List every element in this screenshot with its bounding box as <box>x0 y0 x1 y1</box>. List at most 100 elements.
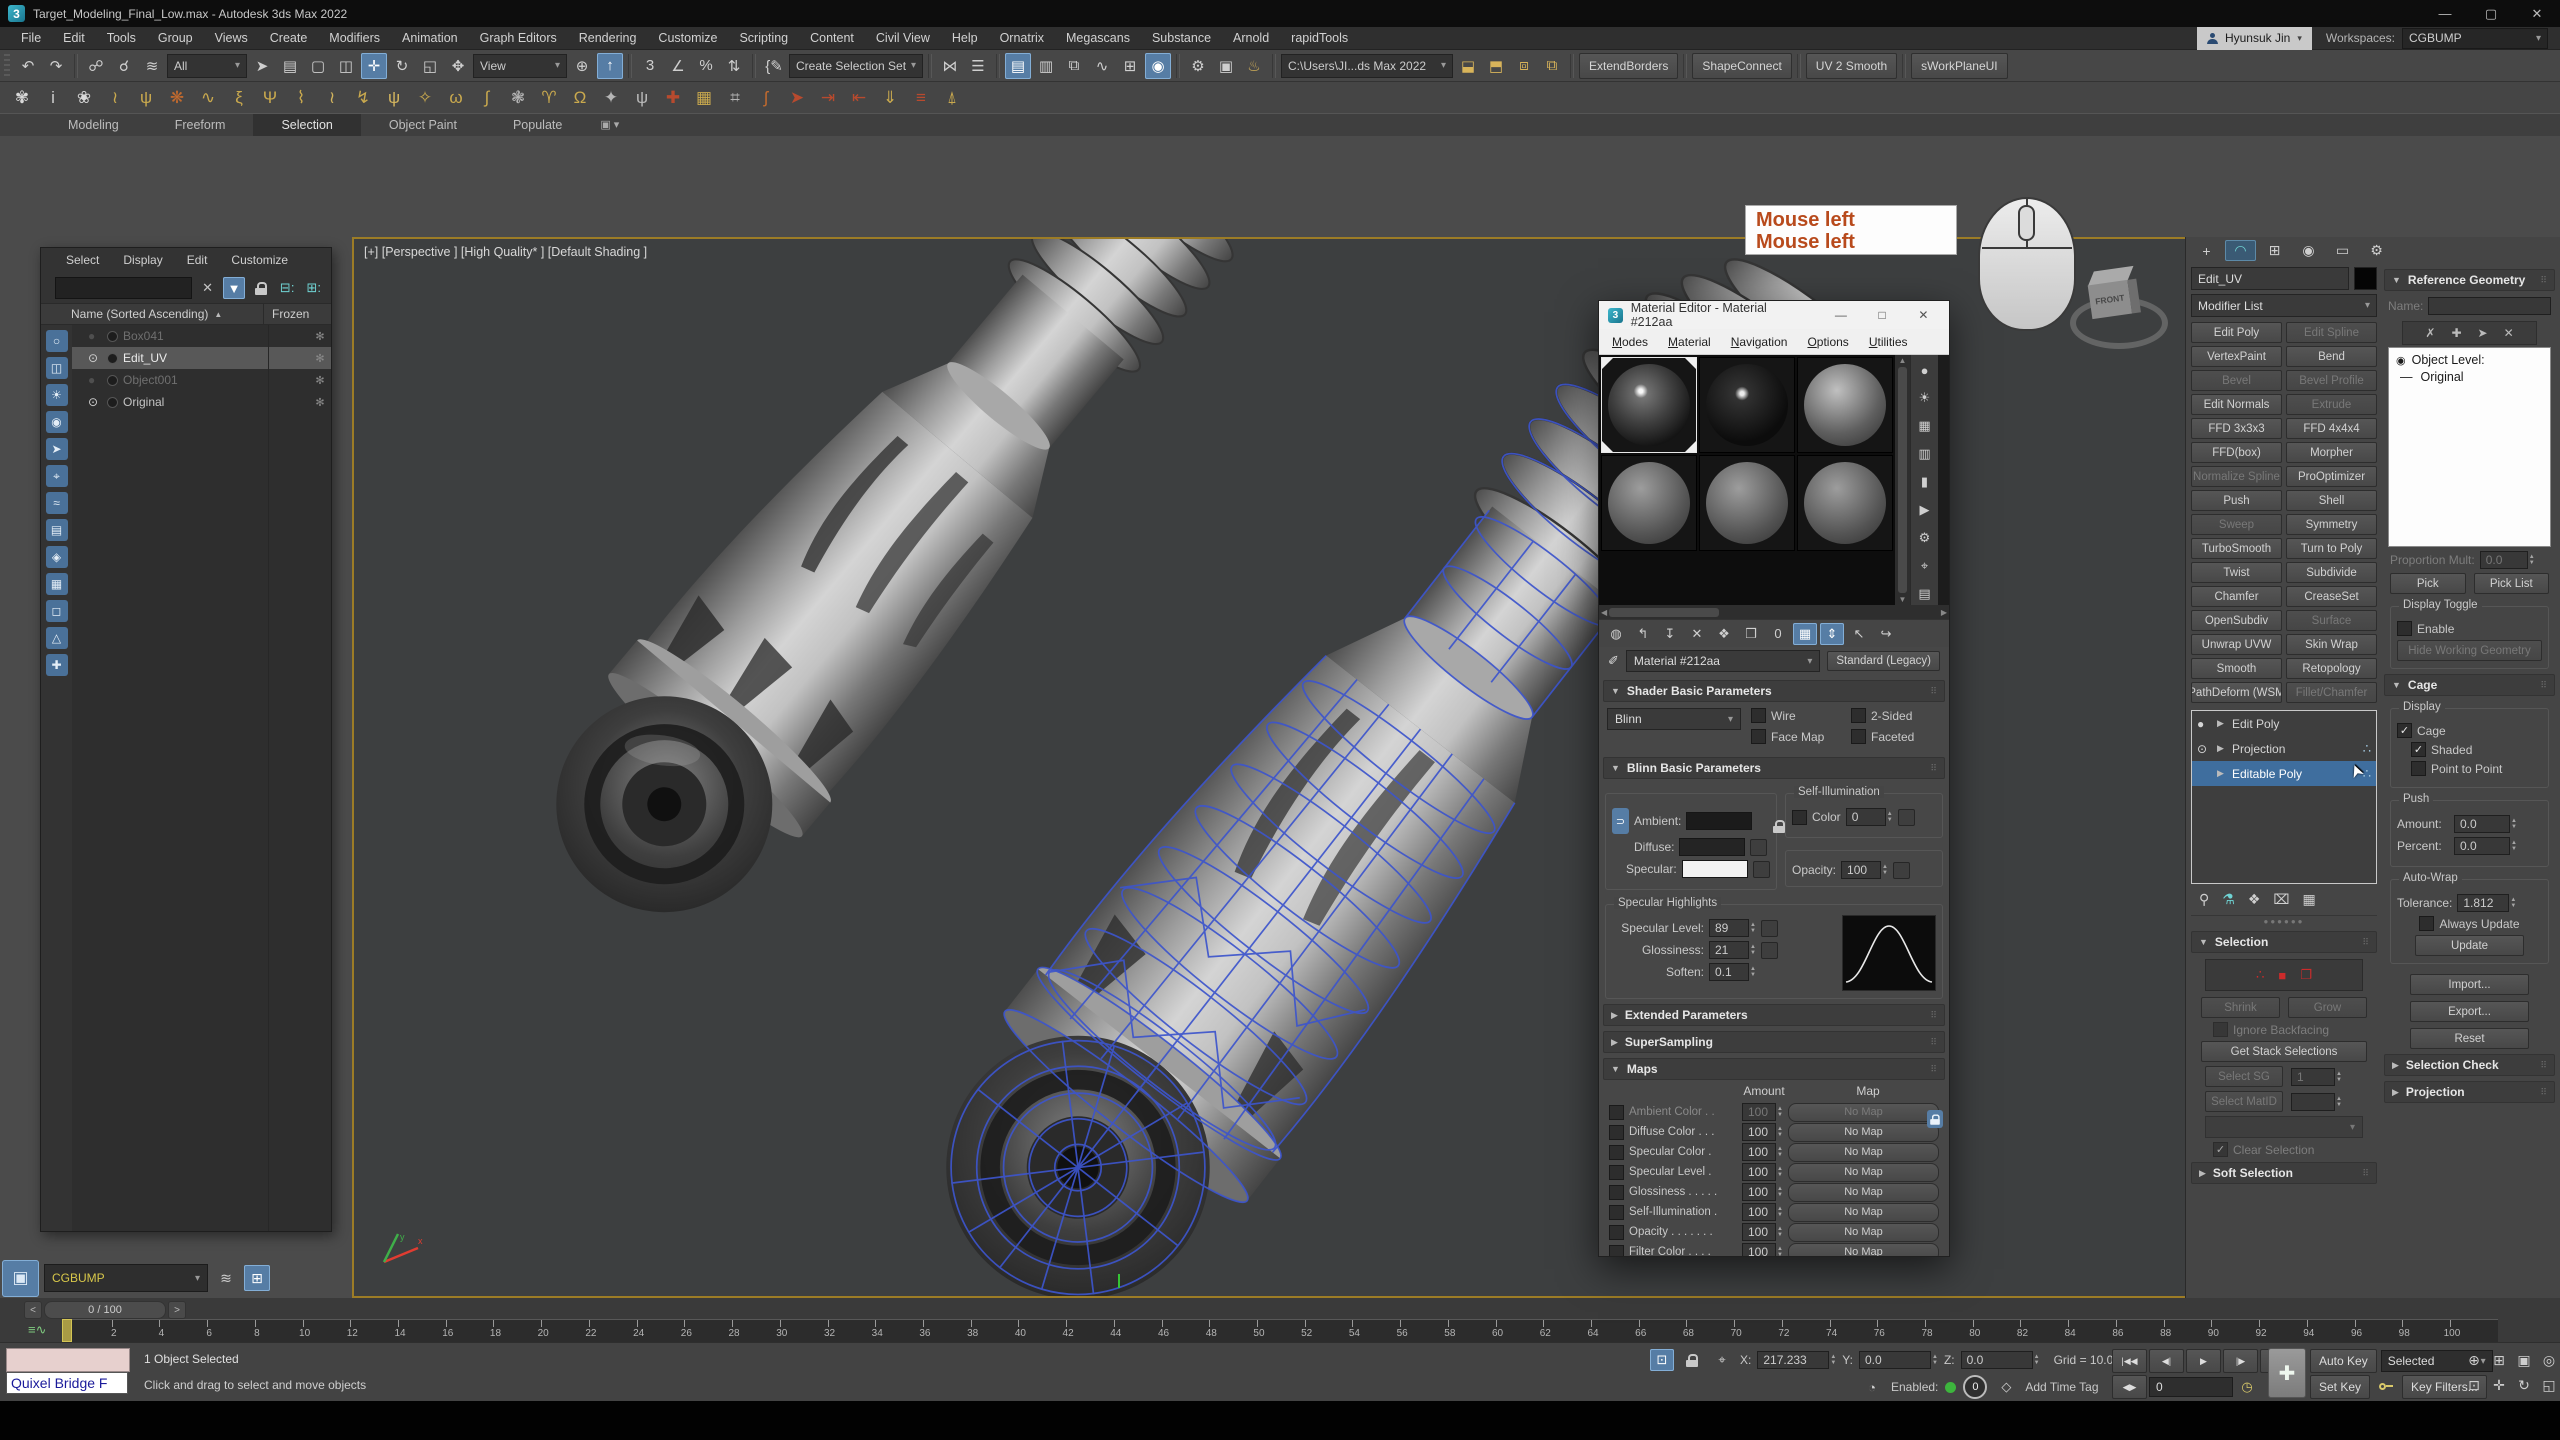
ornatrix-tool-icon[interactable]: ➤ <box>785 86 809 110</box>
modifier-button-ffd-box-[interactable]: FFD(box) <box>2191 442 2282 463</box>
menu-scripting[interactable]: Scripting <box>728 31 799 45</box>
selection-filter-dropdown[interactable]: All▾ <box>167 54 247 78</box>
ignore-backfacing-checkbox[interactable] <box>2213 1022 2228 1037</box>
import-button[interactable]: Import... <box>2410 974 2529 995</box>
edit-named-selection-sets-icon[interactable]: {✎ <box>761 53 787 79</box>
ambient-diffuse-lock-icon[interactable]: ⊃ <box>1612 808 1629 834</box>
map-enable-checkbox[interactable] <box>1609 1205 1624 1220</box>
extendborders-button[interactable]: ExtendBorders <box>1579 53 1678 79</box>
material-editor-titlebar[interactable]: 3 Material Editor - Material #212aa — □ … <box>1599 301 1949 329</box>
modifier-button-retopology[interactable]: Retopology <box>2286 658 2377 679</box>
spinner-icon[interactable]: ▲▼ <box>2529 554 2535 566</box>
shapeconnect-button[interactable]: ShapeConnect <box>1692 53 1791 79</box>
tab-populate[interactable]: Populate <box>485 114 590 136</box>
modifier-button-vertexpaint[interactable]: VertexPaint <box>2191 346 2282 367</box>
clear-selection-checkbox[interactable]: ✓ <box>2213 1142 2228 1157</box>
extended-parameters-rollout[interactable]: ▶Extended Parameters⠿ <box>1603 1004 1945 1026</box>
opacity-value-field[interactable]: 100 <box>1841 861 1881 879</box>
toolbar-drag-handle[interactable] <box>4 54 10 78</box>
modifier-button-sweep[interactable]: Sweep <box>2191 514 2282 535</box>
map-slot-button[interactable]: No Map <box>1788 1163 1939 1182</box>
schematic-view-icon[interactable]: ⊞ <box>244 1265 270 1291</box>
ornatrix-tool-icon[interactable]: ⍋ <box>940 86 964 110</box>
hide-working-geometry-button[interactable]: Hide Working Geometry <box>2397 640 2542 661</box>
modify-tab[interactable]: ◠ <box>2225 240 2256 261</box>
ornatrix-tool-icon[interactable]: ⇥ <box>816 86 840 110</box>
rectangular-selection-region-icon[interactable]: ▢ <box>305 53 331 79</box>
map-slot-button[interactable]: No Map <box>1788 1103 1939 1122</box>
y-coordinate-field[interactable]: 0.0 <box>1859 1351 1931 1369</box>
select-by-material-icon[interactable]: ⌖ <box>1914 555 1936 577</box>
ornatrix-tool-icon[interactable]: ✾ <box>10 86 34 110</box>
show-end-result-icon[interactable]: ⇕ <box>1820 623 1844 645</box>
minimize-icon[interactable]: — <box>2422 0 2468 27</box>
modifier-button-opensubdiv[interactable]: OpenSubdiv <box>2191 610 2282 631</box>
absolute-mode-icon[interactable]: ⌖ <box>1710 1349 1734 1371</box>
filter-spacewarps-icon[interactable]: ⌖ <box>46 465 68 487</box>
ornatrix-tool-icon[interactable]: ∿ <box>196 86 220 110</box>
tab-object-paint[interactable]: Object Paint <box>361 114 485 136</box>
put-to-library-icon[interactable]: ❒ <box>1739 623 1763 645</box>
modifier-button-morpher[interactable]: Morpher <box>2286 442 2377 463</box>
rendered-frame-window-icon[interactable]: ▣ <box>1213 53 1239 79</box>
spinner-snap-icon[interactable]: ⇅ <box>721 53 747 79</box>
modifier-button-twist[interactable]: Twist <box>2191 562 2282 583</box>
select-matid-button[interactable]: Select MatID <box>2205 1091 2283 1112</box>
modifier-button-edit-spline[interactable]: Edit Spline <box>2286 322 2377 343</box>
shader-basic-parameters-rollout[interactable]: ▼Shader Basic Parameters⠿ <box>1603 680 1945 702</box>
spinner-icon[interactable]: ▲▼ <box>1777 1246 1783 1256</box>
shrink-button[interactable]: Shrink <box>2201 997 2280 1018</box>
material-id-channel-icon[interactable]: 0 <box>1766 623 1790 645</box>
named-selection-set-dropdown[interactable]: Create Selection Set▾ <box>789 54 923 78</box>
ornatrix-tool-icon[interactable]: ψ <box>382 86 406 110</box>
filter-assemblies-icon[interactable]: ✚ <box>46 654 68 676</box>
map-amount-field[interactable]: 100 <box>1742 1203 1776 1221</box>
refgeo-delete-icon[interactable]: ✗ <box>2425 326 2435 340</box>
me-menu-material[interactable]: Material <box>1659 332 1720 352</box>
next-frame-icon[interactable]: |▶ <box>2223 1349 2258 1373</box>
sample-type-icon[interactable]: ● <box>1914 359 1936 381</box>
expand-icon[interactable]: ▶ <box>2217 743 2227 754</box>
map-enable-checkbox[interactable] <box>1609 1145 1624 1160</box>
spinner-icon[interactable]: ▲▼ <box>2511 840 2517 852</box>
tab-freeform[interactable]: Freeform <box>147 114 254 136</box>
map-enable-checkbox[interactable] <box>1609 1165 1624 1180</box>
menu-create[interactable]: Create <box>259 31 319 45</box>
key-mode-icon[interactable] <box>2374 1376 2398 1398</box>
menu-rendering[interactable]: Rendering <box>568 31 648 45</box>
update-button[interactable]: Update <box>2415 935 2524 956</box>
scroll-thumb[interactable] <box>1609 608 1719 617</box>
reference-geometry-list[interactable]: ◉Object Level: —Original <box>2388 347 2551 547</box>
modifier-button-unwrap-uvw[interactable]: Unwrap UVW <box>2191 634 2282 655</box>
ornatrix-tool-icon[interactable]: ▦ <box>692 86 716 110</box>
hidden-icon[interactable]: ● <box>88 329 102 343</box>
cage-rollout[interactable]: ▼Cage⠿ <box>2384 674 2555 696</box>
checkbox-wire[interactable] <box>1751 708 1766 723</box>
sg-value-field[interactable]: 1 <box>2291 1068 2335 1086</box>
pick-list-button[interactable]: Pick List <box>2474 573 2550 594</box>
set-keys-button[interactable]: ✚ <box>2268 1348 2306 1398</box>
map-slot-button[interactable]: No Map <box>1788 1223 1939 1242</box>
time-slider-handle[interactable] <box>62 1319 72 1342</box>
push-percent-field[interactable]: 0.0 <box>2454 837 2510 855</box>
map-enable-checkbox[interactable] <box>1609 1245 1624 1257</box>
ornatrix-tool-icon[interactable]: ≀ <box>103 86 127 110</box>
selfillum-value-field[interactable]: 0 <box>1846 808 1886 826</box>
stack-item-edit-poly[interactable]: ●▶Edit Poly <box>2192 711 2376 736</box>
select-by-name-icon[interactable]: ▤ <box>277 53 303 79</box>
close-icon[interactable]: ✕ <box>1907 308 1940 322</box>
key-step-icon[interactable]: ◀▶ <box>2112 1375 2147 1399</box>
zoom-region-icon[interactable]: ⊡ <box>2462 1373 2486 1397</box>
reference-geometry-rollout[interactable]: ▼Reference Geometry⠿ <box>2384 269 2555 291</box>
diffuse-map-shortcut[interactable] <box>1750 839 1767 856</box>
modifier-button-ffd-4x4x4[interactable]: FFD 4x4x4 <box>2286 418 2377 439</box>
filter-geometry-icon[interactable]: ○ <box>46 330 68 352</box>
ornatrix-tool-icon[interactable]: ♈ <box>537 86 561 110</box>
scroll-right-icon[interactable]: ▶ <box>1941 608 1947 617</box>
make-material-copy-icon[interactable]: ❖ <box>1712 623 1736 645</box>
spinner-icon[interactable]: ▲▼ <box>1830 1354 1836 1366</box>
diffuse-color-swatch[interactable] <box>1679 838 1745 856</box>
map-amount-field[interactable]: 100 <box>1742 1143 1776 1161</box>
mirror-icon[interactable]: ⋈ <box>937 53 963 79</box>
collapse-tree-icon[interactable]: ⊟: <box>276 277 299 299</box>
